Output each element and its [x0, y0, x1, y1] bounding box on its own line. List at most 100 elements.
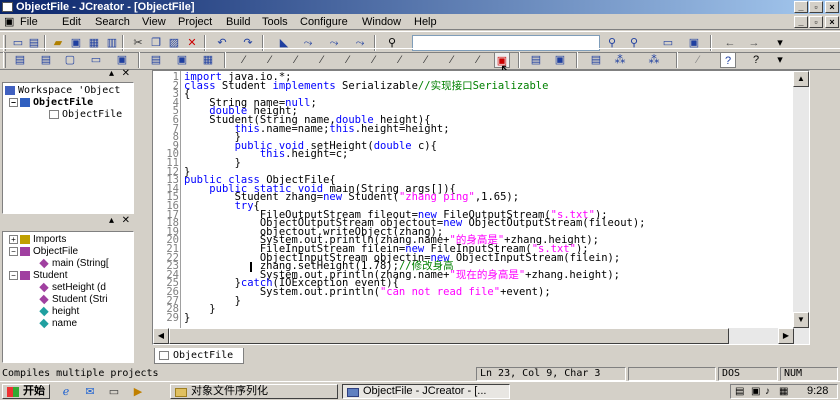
code-line-29: }: [184, 311, 191, 324]
dropdown-chevron-icon[interactable]: ▾: [772, 52, 788, 68]
tree-item-objectfile-class[interactable]: − ObjectFile: [9, 246, 78, 258]
task-jcreator[interactable]: ObjectFile - JCreator - [...: [342, 384, 510, 399]
status-message: Compiles multiple projects: [2, 368, 159, 379]
tree-item-setheight-method[interactable]: setHeight (d: [39, 282, 106, 294]
child-restore-button[interactable]: ▫: [809, 16, 823, 28]
project-settings-icon[interactable]: ⁂: [646, 52, 662, 68]
string-literal: "can not read file": [379, 286, 501, 298]
child-minimize-button[interactable]: _: [794, 16, 808, 28]
line-number-gutter: 1 2 3 4 5 6 7 8 9 10 11 12 13 14 15 16 17 18 19 20 21 22 23 24 2…: [153, 71, 181, 344]
menu-file[interactable]: File: [20, 15, 38, 29]
class-wizard-icon[interactable]: ⁂: [612, 52, 628, 68]
menu-configure[interactable]: Configure: [300, 15, 348, 29]
window-title: ObjectFile - JCreator - [ObjectFile]: [16, 1, 195, 13]
menu-edit[interactable]: Edit: [62, 15, 81, 29]
horizontal-scrollbar[interactable]: ◀ ▶: [153, 328, 794, 344]
separator: [676, 52, 678, 68]
code-text: ObjectOutputStream(fileout);: [462, 217, 646, 230]
tool-icon[interactable]: ▤: [588, 52, 604, 68]
tree-item-main-method[interactable]: main (String[: [39, 258, 109, 270]
whitespace-icon[interactable]: ⁄: [470, 52, 486, 68]
spaces-icon[interactable]: ⁄: [392, 52, 408, 68]
child-close-button[interactable]: ×: [825, 16, 839, 28]
close-button[interactable]: ×: [825, 1, 839, 13]
indent-icon[interactable]: ⁄: [288, 52, 304, 68]
tree-item-workspace[interactable]: Workspace 'Object: [5, 85, 120, 97]
scroll-left-icon[interactable]: ◀: [153, 328, 169, 344]
uppercase-icon[interactable]: ⁄: [418, 52, 434, 68]
output-window-icon[interactable]: ▤: [38, 52, 54, 68]
start-button[interactable]: 开始: [2, 384, 50, 399]
expand-icon[interactable]: +: [9, 234, 18, 244]
menu-tools[interactable]: Tools: [262, 15, 288, 29]
menu-search[interactable]: Search: [95, 15, 130, 29]
whats-this-icon[interactable]: ⁄: [690, 52, 706, 68]
scroll-thumb[interactable]: [169, 328, 729, 344]
menu-view[interactable]: View: [142, 15, 166, 29]
comment-icon[interactable]: ⁄: [236, 52, 252, 68]
code-text: .height=c;: [285, 148, 349, 161]
compile-icon[interactable]: ▤: [148, 52, 164, 68]
internet-explorer-icon[interactable]: ℯ: [58, 384, 74, 400]
tab-objectfile[interactable]: ObjectFile: [154, 348, 244, 364]
tray-icon-2[interactable]: ▣: [751, 386, 760, 397]
code-editor[interactable]: 1 2 3 4 5 6 7 8 9 10 11 12 13 14 15 16 17 18 19 20 21 22 23 24 2…: [152, 70, 810, 345]
panel-restore-icon[interactable]: ▴: [109, 215, 114, 226]
separator: [518, 52, 520, 68]
clock[interactable]: 9:28: [807, 385, 828, 397]
keyword: this: [329, 122, 355, 135]
tile-icon[interactable]: ▣: [114, 52, 130, 68]
package-icon: [20, 234, 30, 244]
toolbar-build: ▤ ▤ ▢ ▭ ▣ ▤ ▣ ▦ ⁄ ⁄ ⁄ ⁄ ⁄ ⁄ ⁄ ⁄ ⁄ ⁄ ▣ ↖ …: [0, 48, 840, 77]
cascade-icon[interactable]: ▭: [88, 52, 104, 68]
unindent-icon[interactable]: ⁄: [314, 52, 330, 68]
vertical-scrollbar[interactable]: ▲ ▼: [793, 71, 809, 344]
media-player-icon[interactable]: ▶: [130, 384, 146, 400]
collapse-icon[interactable]: −: [9, 270, 18, 280]
uncomment-icon[interactable]: ⁄: [262, 52, 278, 68]
minimize-button[interactable]: _: [794, 1, 808, 13]
build-icon[interactable]: ▣: [174, 52, 190, 68]
menu-help[interactable]: Help: [414, 15, 437, 29]
menu-build[interactable]: Build: [226, 15, 250, 29]
workspace-window-icon[interactable]: ▤: [12, 52, 28, 68]
scroll-down-icon[interactable]: ▼: [793, 312, 809, 328]
volume-icon[interactable]: ♪: [765, 386, 770, 397]
format-icon[interactable]: ⁄: [340, 52, 356, 68]
tree-item-name-field[interactable]: name: [39, 318, 77, 330]
keyword: new: [443, 217, 463, 230]
context-help-icon[interactable]: ?: [748, 52, 764, 68]
full-screen-icon[interactable]: ▢: [62, 52, 78, 68]
tree-item-student-constructor[interactable]: Student (Stri: [39, 294, 108, 306]
network-icon[interactable]: ▦: [779, 386, 788, 397]
tree-item-file[interactable]: ObjectFile: [49, 109, 122, 121]
panel-close-icon[interactable]: ✕: [122, 68, 130, 79]
tabs-icon[interactable]: ⁄: [366, 52, 382, 68]
outlook-express-icon[interactable]: ✉: [82, 384, 98, 400]
scroll-right-icon[interactable]: ▶: [778, 328, 794, 344]
task-folder[interactable]: 对象文件序列化: [170, 384, 338, 399]
tree-item-height-field[interactable]: height: [39, 306, 79, 318]
show-desktop-icon[interactable]: ▭: [106, 384, 122, 400]
collapse-icon[interactable]: −: [9, 246, 18, 256]
tree-item-project[interactable]: − ObjectFile: [9, 97, 93, 109]
toolbar-grip[interactable]: [3, 52, 6, 68]
tree-item-student-class[interactable]: − Student: [9, 270, 67, 282]
panel-restore-icon[interactable]: ▴: [109, 68, 114, 79]
panel-close-icon[interactable]: ✕: [122, 215, 130, 226]
collapse-icon[interactable]: −: [9, 97, 18, 107]
lowercase-icon[interactable]: ⁄: [444, 52, 460, 68]
scroll-up-icon[interactable]: ▲: [793, 71, 809, 87]
tree-item-imports[interactable]: + Imports: [9, 234, 66, 246]
debug-icon[interactable]: ▣: [552, 52, 568, 68]
rebuild-icon[interactable]: ▦: [200, 52, 216, 68]
document-icon[interactable]: ▣: [4, 15, 16, 29]
window-titlebar[interactable]: ObjectFile - JCreator - [ObjectFile] _ ▫…: [0, 0, 840, 14]
menu-window[interactable]: Window: [362, 15, 401, 29]
tray-icon-1[interactable]: ▤: [735, 386, 744, 397]
stop-icon[interactable]: ▤: [528, 52, 544, 68]
help-icon[interactable]: ?: [720, 52, 736, 68]
menu-project[interactable]: Project: [178, 15, 212, 29]
maximize-button[interactable]: ▫: [809, 1, 823, 13]
separator: [138, 52, 140, 68]
